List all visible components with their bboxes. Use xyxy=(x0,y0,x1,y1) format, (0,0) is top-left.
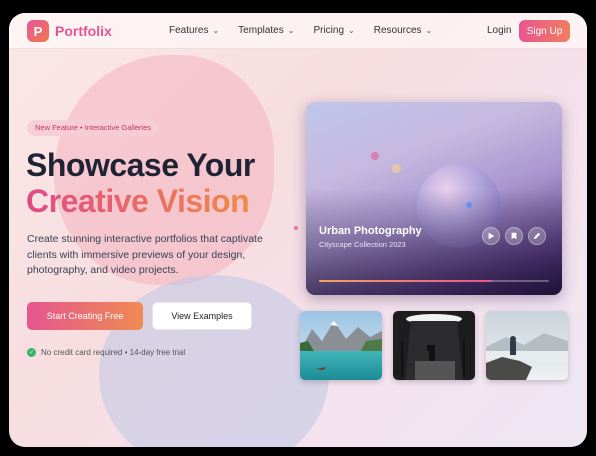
progress-bar[interactable] xyxy=(319,280,549,282)
nav-item-resources[interactable]: Resources ⌄ xyxy=(374,25,433,36)
hero-title-line2: Creative Vision xyxy=(26,183,250,220)
nav-item-label: Templates xyxy=(238,25,284,36)
chevron-down-icon: ⌄ xyxy=(348,26,355,35)
login-link[interactable]: Login xyxy=(487,25,511,36)
logo-icon[interactable]: P xyxy=(27,20,49,42)
play-icon[interactable] xyxy=(482,227,500,245)
hiker-overlook-image xyxy=(486,311,568,380)
hero-description: Create stunning interactive portfolios t… xyxy=(27,233,263,276)
card-overlay xyxy=(306,102,562,295)
top-navbar: P Portfolix Features ⌄ Templates ⌄ Prici… xyxy=(9,13,587,49)
progress-fill xyxy=(319,280,492,282)
start-creating-button[interactable]: Start Creating Free xyxy=(27,302,143,330)
edit-icon[interactable] xyxy=(528,227,546,245)
nav-item-label: Pricing xyxy=(313,25,345,36)
card-title: Urban Photography xyxy=(319,225,422,237)
brand-name[interactable]: Portfolix xyxy=(55,23,112,39)
thumbnail-studio-setup[interactable] xyxy=(393,311,475,380)
bookmark-icon[interactable] xyxy=(505,227,523,245)
hero-title-line1: Showcase Your xyxy=(26,147,255,183)
thumbnail-hiker-overlook[interactable] xyxy=(486,311,568,380)
check-circle-icon: ✓ xyxy=(27,348,36,357)
mountain-lake-image xyxy=(300,311,382,380)
hero-title-gradient-text: Creative Vision xyxy=(26,183,250,219)
signup-button[interactable]: Sign Up xyxy=(519,20,570,42)
decorative-dot xyxy=(294,226,298,230)
thumbnail-mountain-lake[interactable] xyxy=(300,311,382,380)
background-blob-blue xyxy=(99,275,329,447)
trial-note: ✓ No credit card required • 14-day free … xyxy=(27,348,185,357)
nav-item-pricing[interactable]: Pricing ⌄ xyxy=(313,25,354,36)
studio-setup-image xyxy=(393,311,475,380)
nav-item-label: Features xyxy=(169,25,209,36)
featured-portfolio-card[interactable]: Urban Photography Cityscape Collection 2… xyxy=(306,102,562,295)
chevron-down-icon: ⌄ xyxy=(425,26,433,35)
nav-item-templates[interactable]: Templates ⌄ xyxy=(238,25,294,36)
chevron-down-icon: ⌄ xyxy=(212,26,220,35)
view-examples-button[interactable]: View Examples xyxy=(152,302,252,330)
nav-item-features[interactable]: Features ⌄ xyxy=(169,25,219,36)
card-actions xyxy=(482,227,546,245)
card-subtitle: Cityscape Collection 2023 xyxy=(319,240,406,249)
nav-item-label: Resources xyxy=(373,25,422,36)
chevron-down-icon: ⌄ xyxy=(287,26,295,35)
app-window: P Portfolix Features ⌄ Templates ⌄ Prici… xyxy=(9,13,587,447)
new-feature-badge: New Feature • Interactive Galleries xyxy=(27,120,160,136)
nav-menu: Features ⌄ Templates ⌄ Pricing ⌄ Resourc… xyxy=(169,25,432,36)
trial-note-text: No credit card required • 14-day free tr… xyxy=(41,348,186,357)
